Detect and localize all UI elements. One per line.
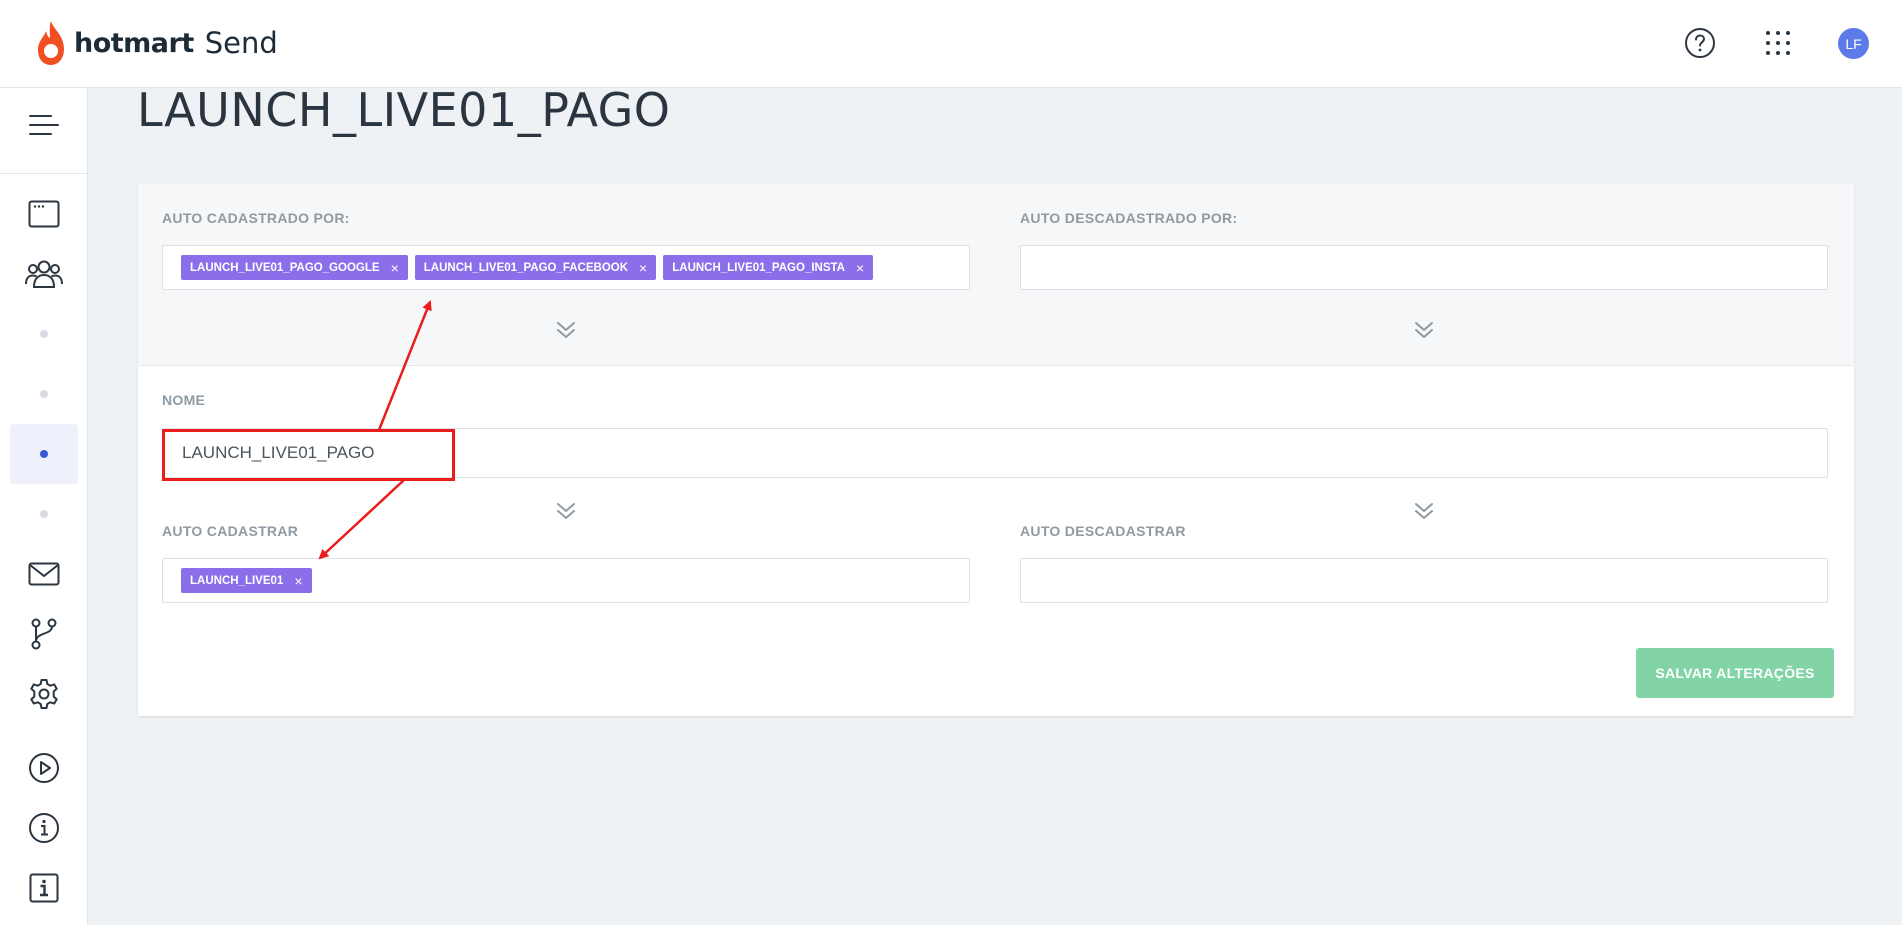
dot-icon	[40, 390, 48, 398]
sidebar-item-emails[interactable]	[10, 544, 78, 604]
chevron-double-down-icon[interactable]	[554, 318, 578, 342]
annotation-highlight-box	[162, 429, 455, 481]
tag-chip: LAUNCH_LIVE01_PAGO_FACEBOOK ×	[414, 255, 657, 280]
sidebar-item-info[interactable]	[10, 858, 78, 918]
tag-chip: LAUNCH_LIVE01_PAGO_INSTA ×	[663, 255, 874, 280]
help-button[interactable]	[1683, 26, 1717, 60]
flow-branch-icon	[31, 618, 57, 650]
save-changes-button[interactable]: SALVAR ALTERAÇÕES	[1636, 648, 1834, 698]
sidebar-divider	[0, 173, 88, 174]
chevron-double-down-icon[interactable]	[554, 499, 578, 523]
sidebar	[0, 88, 88, 925]
remove-tag-icon[interactable]: ×	[294, 573, 302, 589]
mail-icon	[28, 562, 60, 586]
sidebar-subitem-3-active[interactable]	[10, 424, 78, 484]
auto-cadastrado-por-input[interactable]: LAUNCH_LIVE01_PAGO_GOOGLE × LAUNCH_LIVE0…	[162, 245, 970, 290]
sidebar-item-contacts[interactable]	[10, 244, 78, 304]
tag-chip: LAUNCH_LIVE01 ×	[181, 568, 312, 593]
tag-label: LAUNCH_LIVE01_PAGO_INSTA	[672, 261, 845, 274]
gear-icon	[30, 679, 58, 709]
sidebar-subitem-1[interactable]	[10, 304, 78, 364]
auto-cadastrar-input[interactable]: LAUNCH_LIVE01 ×	[162, 558, 970, 603]
play-circle-icon	[29, 753, 59, 783]
auto-cadastrar-label: AUTO CADASTRAR	[162, 523, 299, 539]
dot-icon	[40, 450, 48, 458]
sidebar-toggle-button[interactable]	[10, 95, 78, 155]
auto-descadastrar-input[interactable]	[1020, 558, 1828, 603]
top-bar: hotmart Send LF	[0, 0, 1902, 88]
user-avatar[interactable]: LF	[1838, 28, 1869, 59]
users-icon	[25, 260, 63, 288]
sidebar-item-about[interactable]	[10, 798, 78, 858]
sidebar-item-settings[interactable]	[10, 664, 78, 724]
page-title: LAUNCH_LIVE01_PAGO	[137, 83, 671, 137]
sidebar-subitem-4[interactable]	[10, 484, 78, 544]
dot-icon	[40, 510, 48, 518]
remove-tag-icon[interactable]: ×	[856, 260, 864, 276]
remove-tag-icon[interactable]: ×	[391, 260, 399, 276]
product-name: Send	[204, 26, 278, 60]
remove-tag-icon[interactable]: ×	[639, 260, 647, 276]
sidebar-item-automations[interactable]	[10, 604, 78, 664]
tag-label: LAUNCH_LIVE01_PAGO_GOOGLE	[190, 261, 380, 274]
auto-descadastrado-por-input[interactable]	[1020, 245, 1828, 290]
sidebar-item-tutorials[interactable]	[10, 738, 78, 798]
tag-label: LAUNCH_LIVE01	[190, 574, 284, 587]
menu-icon	[29, 115, 59, 135]
chevron-double-down-icon[interactable]	[1412, 499, 1436, 523]
auto-cadastrado-por-label: AUTO CADASTRADO POR:	[162, 210, 350, 226]
tag-label: LAUNCH_LIVE01_PAGO_FACEBOOK	[423, 261, 629, 274]
info-circle-icon	[29, 813, 59, 843]
question-circle-icon	[1685, 28, 1715, 58]
auto-descadastrar-label: AUTO DESCADASTRAR	[1020, 523, 1186, 539]
sidebar-subitem-2[interactable]	[10, 364, 78, 424]
nome-label: NOME	[162, 392, 206, 408]
auto-descadastrado-por-label: AUTO DESCADASTRADO POR:	[1020, 210, 1238, 226]
apps-button[interactable]	[1761, 26, 1795, 60]
chevron-double-down-icon[interactable]	[1412, 318, 1436, 342]
flame-logo-icon	[38, 21, 64, 65]
sidebar-item-pages[interactable]	[10, 184, 78, 244]
info-square-icon	[29, 873, 59, 903]
hotmart-send-logo[interactable]: hotmart Send	[34, 18, 278, 68]
dot-icon	[40, 330, 48, 338]
tag-chip: LAUNCH_LIVE01_PAGO_GOOGLE ×	[181, 255, 408, 280]
brand-name: hotmart	[74, 27, 194, 59]
grid-dots-icon	[1766, 31, 1790, 55]
browser-window-icon	[28, 200, 60, 228]
